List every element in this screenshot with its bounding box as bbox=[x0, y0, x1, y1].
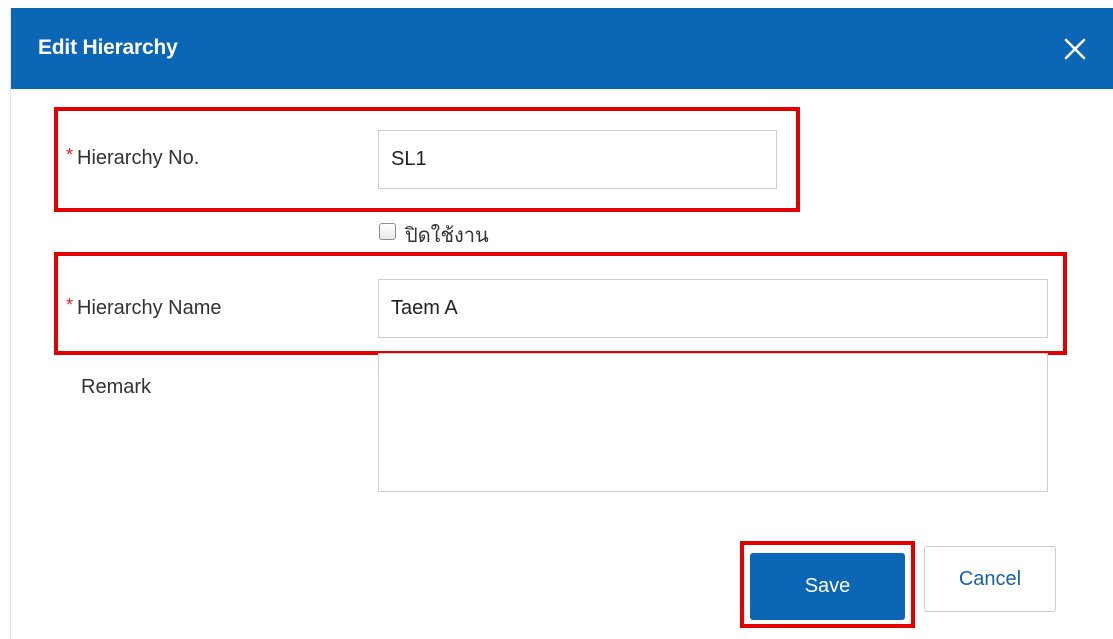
remark-label: Remark bbox=[81, 376, 152, 398]
disable-checkbox[interactable] bbox=[379, 223, 396, 240]
highlight-hierarchy-no bbox=[54, 107, 800, 212]
dialog-header: Edit Hierarchy bbox=[11, 8, 1113, 89]
close-icon bbox=[1064, 38, 1086, 60]
remark-textarea[interactable] bbox=[378, 353, 1048, 492]
dialog-title: Edit Hierarchy bbox=[38, 36, 178, 59]
highlight-save-button bbox=[740, 541, 915, 628]
close-button[interactable] bbox=[1060, 34, 1090, 64]
highlight-hierarchy-name bbox=[54, 252, 1067, 355]
cancel-button[interactable]: Cancel bbox=[924, 546, 1056, 612]
edit-hierarchy-dialog: Edit Hierarchy *Hierarchy No. ปิดใช้งาน … bbox=[10, 8, 1113, 639]
disable-checkbox-label: ปิดใช้งาน bbox=[405, 223, 489, 247]
